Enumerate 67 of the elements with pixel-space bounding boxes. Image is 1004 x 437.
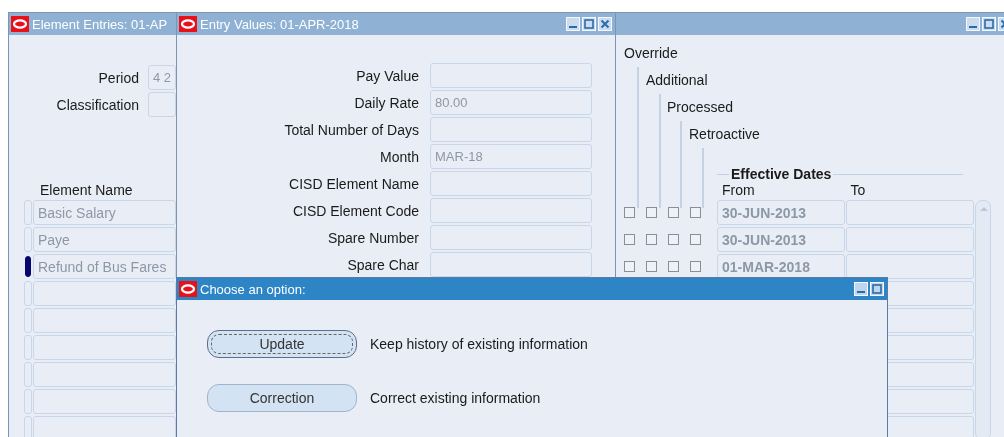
element-name-cell[interactable]: [33, 362, 176, 387]
checkbox[interactable]: [646, 207, 657, 218]
column-header: Additional: [646, 72, 709, 89]
column-header: Retroactive: [689, 126, 760, 143]
element-name-cell[interactable]: [33, 281, 176, 306]
checkbox[interactable]: [690, 234, 701, 245]
scrollbar[interactable]: [975, 200, 991, 437]
ring-logo-icon: [11, 16, 29, 32]
field-label: Period: [97, 69, 139, 86]
column-header: To: [849, 182, 867, 198]
element-name-cell[interactable]: [33, 308, 176, 333]
checkbox[interactable]: [646, 261, 657, 272]
minimize-icon[interactable]: [854, 282, 868, 296]
input-field[interactable]: MAR-18: [430, 144, 592, 169]
option-description: Keep history of existing information: [370, 336, 589, 352]
dialog-title: Choose an option:: [200, 281, 306, 297]
field-label: Spare Char: [346, 256, 419, 273]
window-title: Entry Values: 01-APR-2018: [200, 16, 359, 32]
checkbox[interactable]: [668, 207, 679, 218]
option-button[interactable]: Correction: [207, 384, 357, 412]
field-label: Daily Rate: [353, 94, 419, 111]
field-label: Month: [379, 148, 419, 165]
column-header: From: [721, 182, 756, 198]
to-date-cell[interactable]: [846, 200, 974, 225]
checkbox[interactable]: [624, 261, 635, 272]
period-field[interactable]: 4 2: [148, 65, 176, 90]
column-header: Override: [624, 45, 679, 62]
leader-line: [702, 147, 704, 209]
checkbox[interactable]: [646, 234, 657, 245]
checkbox[interactable]: [624, 207, 635, 218]
checkbox[interactable]: [668, 261, 679, 272]
ring-logo-icon: [179, 281, 197, 297]
option-button[interactable]: Update: [207, 330, 357, 358]
element-name-cell[interactable]: Paye: [33, 227, 176, 252]
option-description: Correct existing information: [370, 390, 542, 406]
input-field[interactable]: [430, 63, 592, 88]
field-label: CISD Element Name: [288, 175, 419, 192]
input-field[interactable]: [430, 225, 592, 250]
from-date-cell[interactable]: 30-JUN-2013: [717, 200, 845, 225]
field-label: Classification: [55, 96, 139, 113]
window-title: Element Entries: 01-AP: [32, 16, 168, 32]
element-name-cell[interactable]: Refund of Bus Fares: [33, 254, 176, 279]
field-label: Total Number of Days: [283, 121, 419, 138]
element-name-cell[interactable]: [33, 335, 176, 360]
field-label: CISD Element Code: [291, 202, 419, 219]
to-date-cell[interactable]: [846, 227, 974, 252]
input-field[interactable]: 80.00: [430, 90, 592, 115]
from-date-cell[interactable]: 30-JUN-2013: [717, 227, 845, 252]
classification-field[interactable]: [148, 92, 176, 117]
checkbox[interactable]: [668, 234, 679, 245]
checkbox[interactable]: [690, 261, 701, 272]
checkbox[interactable]: [624, 234, 635, 245]
group-title: Effective Dates: [731, 166, 832, 182]
ring-logo-icon: [179, 16, 197, 32]
input-field[interactable]: [430, 252, 592, 277]
field-label: Pay Value: [355, 67, 419, 84]
column-header: Element Name: [39, 182, 134, 198]
field-label: Spare Number: [326, 229, 419, 246]
element-name-cell[interactable]: [33, 389, 176, 414]
element-name-cell[interactable]: Basic Salary: [33, 200, 176, 225]
input-field[interactable]: [430, 117, 592, 142]
row-indicator[interactable]: [25, 256, 31, 277]
maximize-icon[interactable]: [870, 282, 884, 296]
checkbox[interactable]: [690, 207, 701, 218]
input-field[interactable]: [430, 198, 592, 223]
column-header: Processed: [667, 99, 735, 116]
input-field[interactable]: [430, 171, 592, 196]
